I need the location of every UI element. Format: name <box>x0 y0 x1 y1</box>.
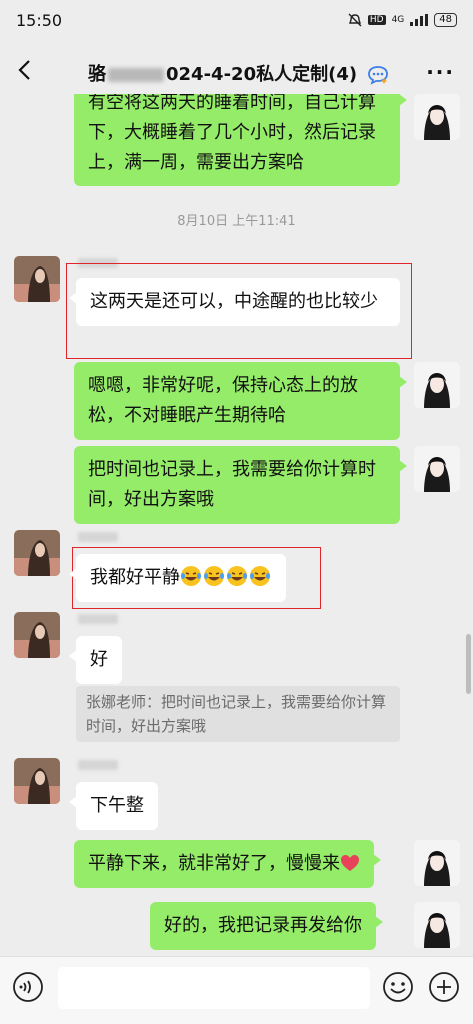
my-avatar[interactable] <box>414 362 460 408</box>
mute-icon <box>348 13 362 27</box>
quoted-message[interactable]: 张娜老师：把时间也记录上，我需要给你计算时间，好出方案哦 <box>76 686 400 742</box>
more-icon[interactable]: ··· <box>426 60 455 84</box>
my-avatar[interactable] <box>414 446 460 492</box>
chat-header: 骆 024-4-20私人定制(4) ··· <box>0 48 473 94</box>
status-icons: HD 4G 48 <box>348 13 457 27</box>
contact-avatar[interactable] <box>14 758 60 804</box>
message-bubble-mine[interactable]: 嗯嗯，非常好呢，保持心态上的放松，不对睡眠产生期待哈 <box>74 362 407 440</box>
message-bubble-mine[interactable]: 好的，我把记录再发给你 <box>150 902 383 950</box>
voice-icon[interactable] <box>12 971 44 1003</box>
network-label: 4G <box>391 15 405 25</box>
chat-area: 有空将这两天的睡着时间，自己计算下，大概睡着了几个小时，然后记录上，满一周，需要… <box>0 94 473 956</box>
back-arrow-icon[interactable] <box>14 58 38 82</box>
title-suffix: 024-4-20私人定制(4) <box>166 64 358 85</box>
sender-name-redacted <box>78 760 118 770</box>
scrollbar[interactable] <box>466 634 471 694</box>
laugh-cry-emoji-icon <box>227 566 247 586</box>
message-bubble-mine[interactable]: 有空将这两天的睡着时间，自己计算下，大概睡着了几个小时，然后记录上，满一周，需要… <box>74 94 407 186</box>
contact-avatar[interactable] <box>14 612 60 658</box>
heart-icon <box>341 855 359 871</box>
message-timestamp: 8月10日 上午11:41 <box>177 214 296 229</box>
laugh-cry-emoji-icon <box>250 566 270 586</box>
contact-avatar[interactable] <box>14 530 60 576</box>
signal-icon <box>410 14 429 26</box>
title-redaction <box>108 68 164 82</box>
title-prefix: 骆 <box>88 64 106 85</box>
my-avatar[interactable] <box>414 94 460 140</box>
laugh-cry-emoji-icon <box>181 566 201 586</box>
battery-icon: 48 <box>434 13 457 27</box>
sender-name-redacted <box>78 532 118 542</box>
laugh-cry-emoji-icon <box>204 566 224 586</box>
my-avatar[interactable] <box>414 840 460 886</box>
hd-badge: HD <box>367 15 386 25</box>
emoji-icon[interactable] <box>382 971 414 1003</box>
message-bubble-other[interactable]: 我都好平静 <box>69 554 286 602</box>
message-bubble-other[interactable]: 下午整 <box>69 782 158 830</box>
plus-icon[interactable] <box>428 971 460 1003</box>
status-bar: 15:50 HD 4G 48 <box>0 0 473 40</box>
chat-title: 骆 024-4-20私人定制(4) <box>88 60 389 86</box>
message-input[interactable] <box>58 967 370 1009</box>
contact-avatar[interactable] <box>14 256 60 302</box>
sender-name-redacted <box>78 614 118 624</box>
message-bubble-other[interactable]: 这两天是还可以，中途醒的也比较少 <box>69 278 400 326</box>
input-bar <box>0 956 473 1024</box>
message-bubble-mine[interactable]: 把时间也记录上，我需要给你计算时间，好出方案哦 <box>74 446 407 524</box>
group-ai-badge-icon <box>368 66 389 85</box>
message-bubble-mine[interactable]: 平静下来，就非常好了，慢慢来 <box>74 840 381 888</box>
my-avatar[interactable] <box>414 902 460 948</box>
message-bubble-other[interactable]: 好 <box>69 636 122 684</box>
status-time: 15:50 <box>16 10 63 30</box>
